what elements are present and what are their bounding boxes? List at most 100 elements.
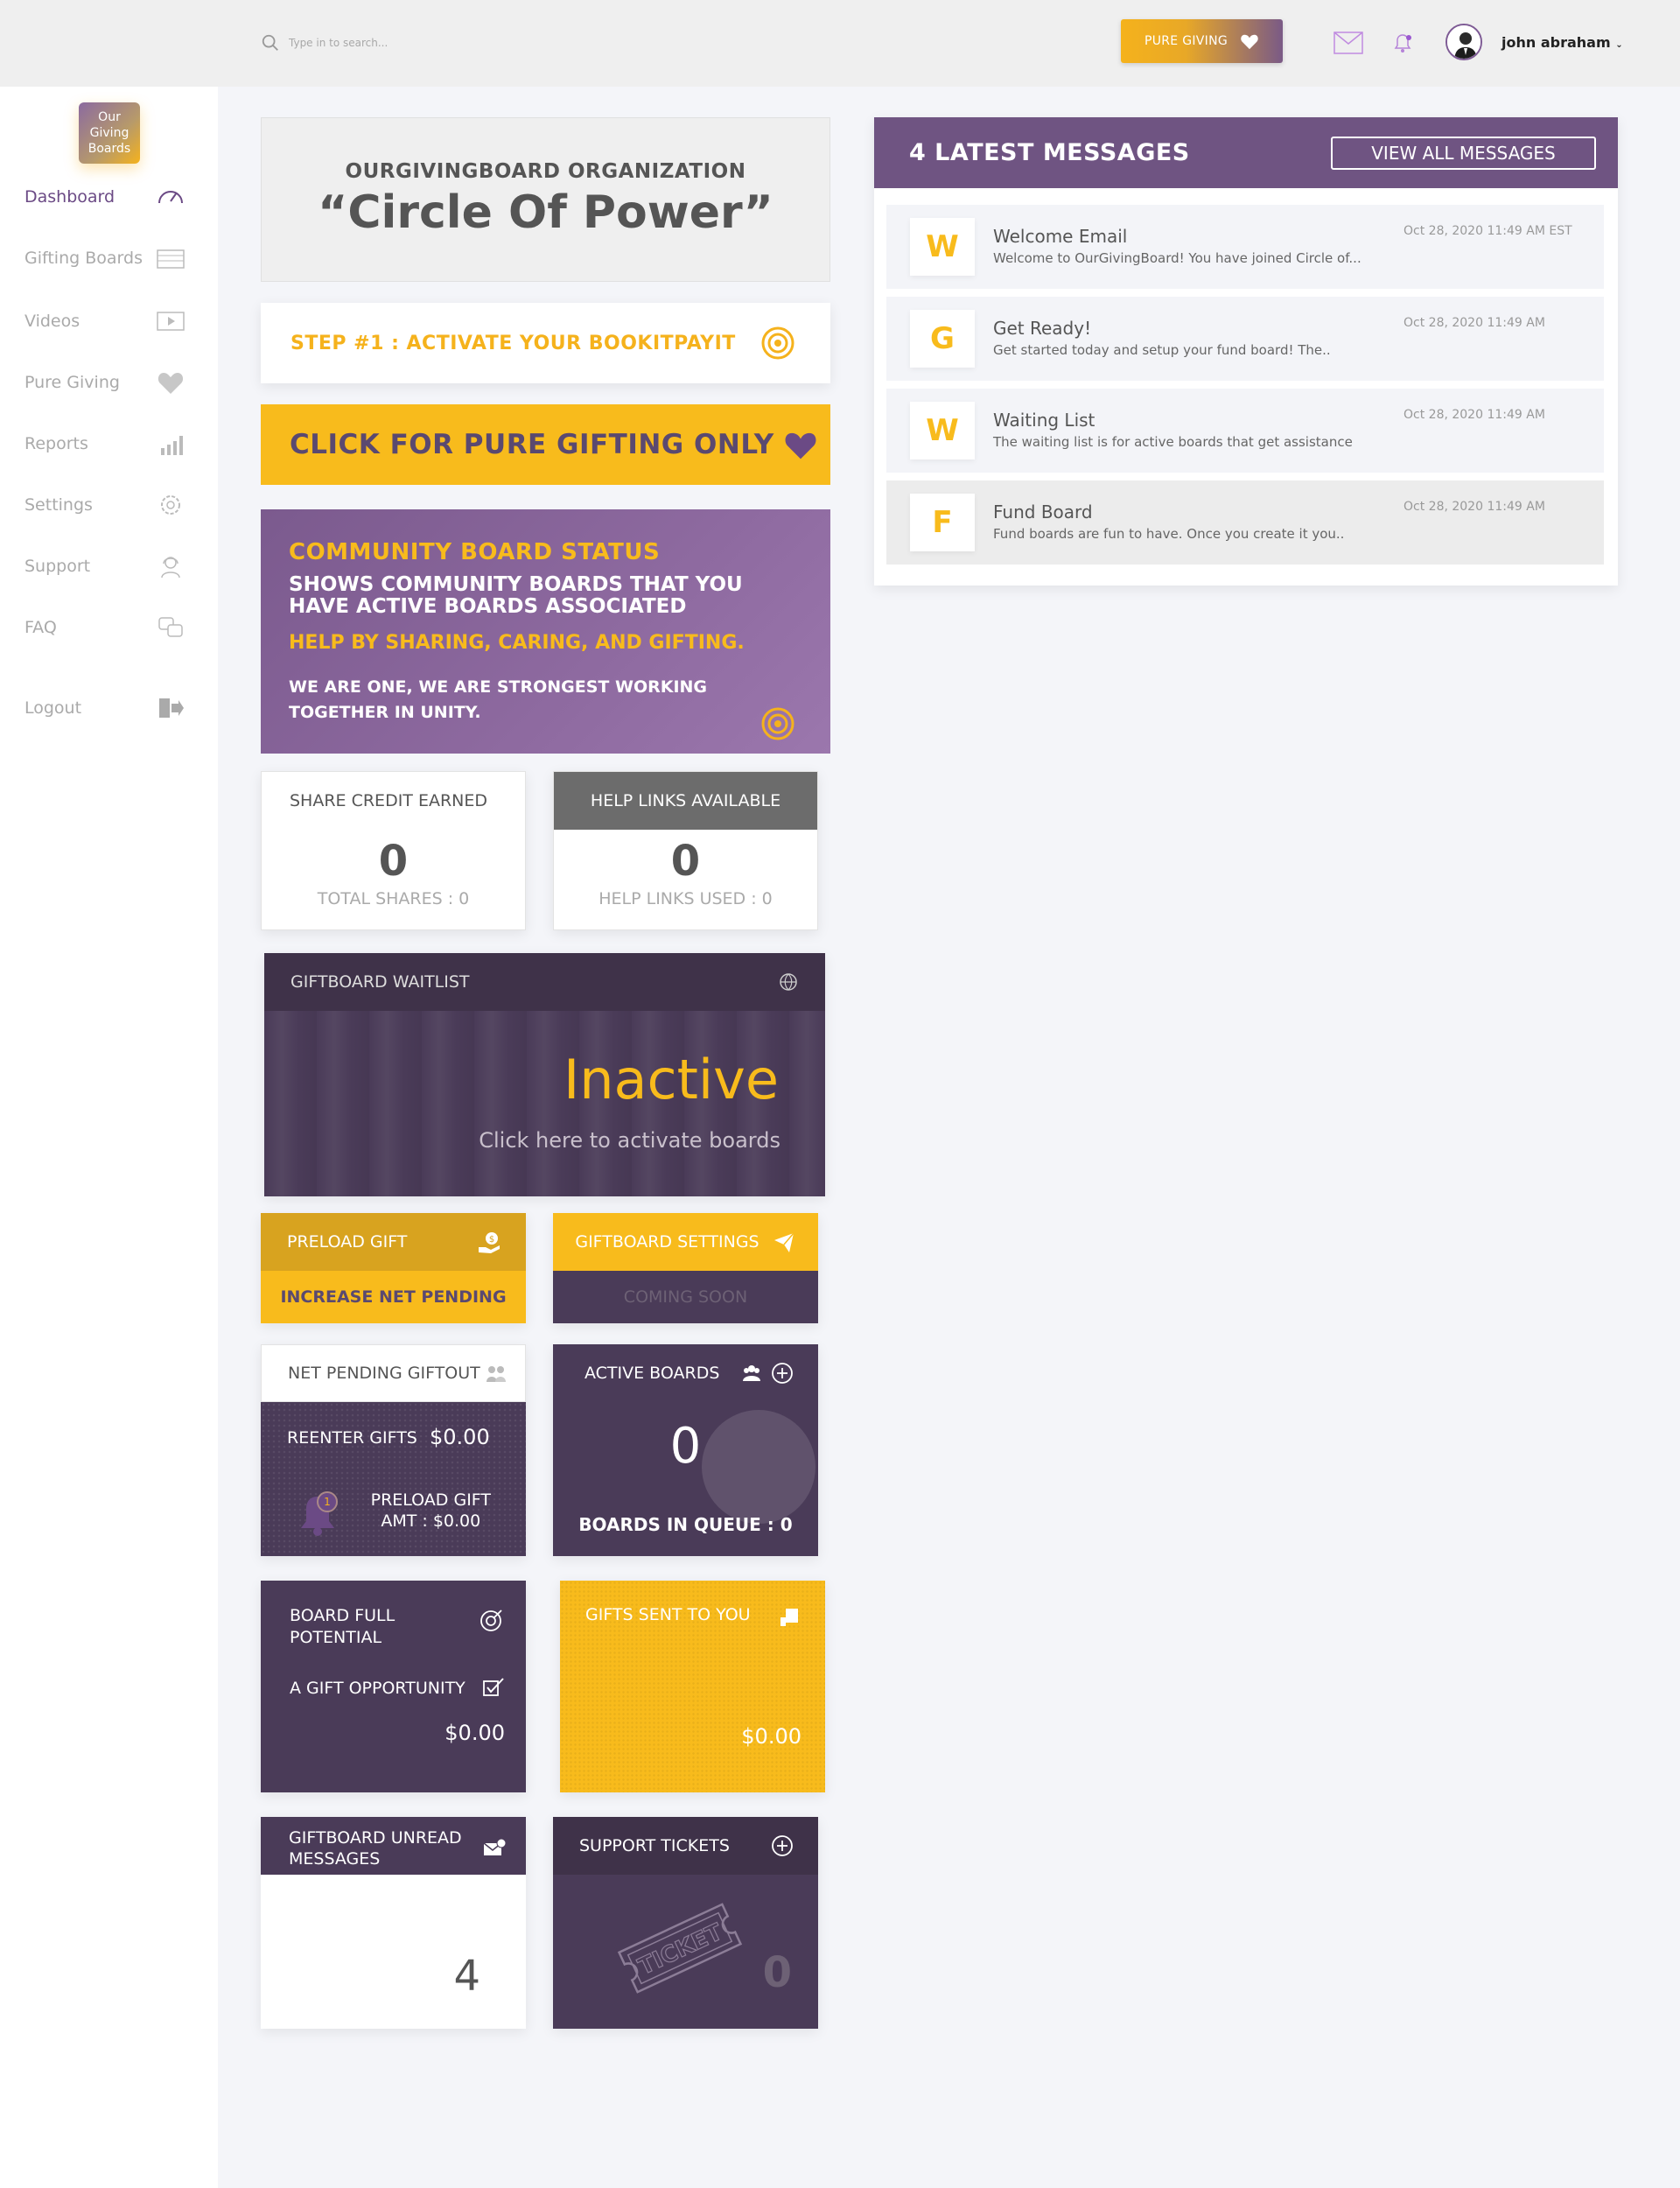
top-bar: PURE GIVING john abraham ⌄ xyxy=(0,0,1680,87)
preload-amount-line-1: PRELOAD GIFT xyxy=(370,1490,491,1510)
bell-icon[interactable] xyxy=(1391,32,1414,54)
logo[interactable]: Our Giving Boards xyxy=(79,102,140,164)
message-item[interactable]: W Welcome Email Welcome to OurGivingBoar… xyxy=(886,205,1604,289)
speedometer-icon xyxy=(158,191,183,204)
pure-giving-button[interactable]: PURE GIVING xyxy=(1121,19,1283,63)
target-icon xyxy=(761,707,794,740)
board-full-potential-card: BOARD FULL POTENTIAL A GIFT OPPORTUNITY … xyxy=(261,1581,526,1792)
share-credit-title: SHARE CREDIT EARNED xyxy=(290,791,487,810)
avatar[interactable] xyxy=(1446,24,1482,60)
logout-icon xyxy=(159,698,184,718)
sidebar-item-pure-giving[interactable]: Pure Giving xyxy=(24,369,186,396)
latest-messages-title: 4 LATEST MESSAGES xyxy=(909,139,1190,166)
activate-boards-link[interactable]: Click here to activate boards xyxy=(479,1128,780,1153)
pure-gifting-button[interactable]: CLICK FOR PURE GIFTING ONLY xyxy=(261,404,830,485)
sidebar-item-gifting-boards[interactable]: Gifting Boards xyxy=(24,245,186,271)
add-ticket-icon[interactable] xyxy=(771,1834,794,1857)
checkbox-icon xyxy=(483,1678,504,1696)
giftboard-settings-card[interactable]: GIFTBOARD SETTINGS COMING SOON xyxy=(553,1213,818,1323)
community-line-1: SHOWS COMMUNITY BOARDS THAT YOU HAVE ACT… xyxy=(289,573,743,618)
sidebar-item-logout[interactable]: Logout xyxy=(24,695,186,721)
sidebar-item-reports[interactable]: Reports xyxy=(24,431,186,457)
support-tickets-card[interactable]: SUPPORT TICKETS TICKET 0 xyxy=(553,1817,818,2029)
heart-icon xyxy=(1241,34,1258,50)
message-date: Oct 28, 2020 11:49 AM xyxy=(1404,500,1545,514)
preload-gift-header: PRELOAD GIFT $ xyxy=(261,1213,526,1271)
net-pending-title: NET PENDING GIFTOUT xyxy=(288,1364,480,1383)
help-links-title: HELP LINKS AVAILABLE xyxy=(554,772,817,830)
net-pending-giftout-card: NET PENDING GIFTOUT REENTER GIFTS $0.00 … xyxy=(261,1344,526,1556)
video-icon xyxy=(157,312,185,331)
active-boards-actions xyxy=(741,1362,794,1385)
active-boards-header: ACTIVE BOARDS xyxy=(553,1344,818,1402)
message-preview: Get started today and setup your fund bo… xyxy=(993,342,1331,358)
board-potential-value: $0.00 xyxy=(444,1721,505,1745)
help-links-value: 0 xyxy=(670,837,701,886)
username[interactable]: john abraham ⌄ xyxy=(1502,34,1623,51)
active-boards-card: ACTIVE BOARDS 0 BOARDS IN QUEUE : 0 xyxy=(553,1344,818,1556)
support-tickets-title: SUPPORT TICKETS xyxy=(579,1836,730,1855)
add-board-icon[interactable] xyxy=(771,1362,794,1385)
svg-text:$: $ xyxy=(489,1235,494,1245)
organization-subtitle: OURGIVINGBOARD ORGANIZATION xyxy=(345,160,746,183)
support-icon xyxy=(161,557,180,579)
community-line-3: WE ARE ONE, WE ARE STRONGEST WORKING TOG… xyxy=(289,677,708,722)
ticket-icon: TICKET xyxy=(617,1903,743,1994)
message-item[interactable]: G Get Ready! Get started today and setup… xyxy=(886,297,1604,381)
message-avatar: G xyxy=(910,310,975,368)
search-input[interactable] xyxy=(289,37,499,49)
unread-messages-card[interactable]: GIFTBOARD UNREAD MESSAGES 4 xyxy=(261,1817,526,2029)
sidebar-item-label: Reports xyxy=(24,434,88,453)
sidebar-item-support[interactable]: Support xyxy=(24,553,186,579)
latest-messages-panel: 4 LATEST MESSAGES VIEW ALL MESSAGES W We… xyxy=(874,117,1618,586)
waitlist-header: GIFTBOARD WAITLIST xyxy=(264,953,825,1011)
organization-title: “Circle Of Power” xyxy=(318,186,774,239)
message-title: Get Ready! xyxy=(993,318,1092,339)
increase-net-pending-button[interactable]: INCREASE NET PENDING xyxy=(261,1271,526,1323)
target-money-icon xyxy=(480,1609,502,1631)
search-box[interactable] xyxy=(261,33,499,53)
gift-opportunity-label: A GIFT OPPORTUNITY xyxy=(290,1679,466,1698)
message-title: Fund Board xyxy=(993,501,1093,522)
sidebar-item-label: Logout xyxy=(24,698,82,718)
unread-messages-title: GIFTBOARD UNREAD MESSAGES xyxy=(289,1828,462,1869)
sidebar-item-label: Videos xyxy=(24,312,80,331)
gifts-sent-card: GIFTS SENT TO YOU $0.00 xyxy=(560,1581,825,1792)
message-date: Oct 28, 2020 11:49 AM xyxy=(1404,316,1545,330)
message-date: Oct 28, 2020 11:49 AM xyxy=(1404,408,1545,422)
preload-gift-card[interactable]: PRELOAD GIFT $ INCREASE NET PENDING xyxy=(261,1213,526,1323)
boards-icon xyxy=(157,249,185,269)
share-credit-card: SHARE CREDIT EARNED 0 TOTAL SHARES : 0 xyxy=(261,771,526,930)
sidebar-item-label: Gifting Boards xyxy=(24,249,143,268)
heart-icon xyxy=(785,432,816,459)
sidebar-item-label: FAQ xyxy=(24,618,57,637)
chart-icon xyxy=(161,436,183,455)
net-pending-header: NET PENDING GIFTOUT xyxy=(261,1344,526,1402)
sidebar-item-dashboard[interactable]: Dashboard xyxy=(24,184,186,210)
message-title: Welcome Email xyxy=(993,226,1128,247)
sidebar-item-faq[interactable]: FAQ xyxy=(24,614,186,641)
boards-in-queue: BOARDS IN QUEUE : 0 xyxy=(578,1514,793,1535)
unread-messages-header: GIFTBOARD UNREAD MESSAGES xyxy=(261,1817,526,1875)
notification-badge: 1 xyxy=(317,1491,338,1512)
message-item[interactable]: F Fund Board Fund boards are fun to have… xyxy=(886,480,1604,565)
globe-icon xyxy=(780,973,797,991)
sidebar-item-label: Pure Giving xyxy=(24,373,120,392)
view-all-messages-button[interactable]: VIEW ALL MESSAGES xyxy=(1331,136,1596,170)
money-hand-icon: $ xyxy=(479,1232,500,1253)
sidebar-item-label: Settings xyxy=(24,495,93,515)
support-tickets-header: SUPPORT TICKETS xyxy=(553,1817,818,1875)
sidebar-item-settings[interactable]: Settings xyxy=(24,492,186,518)
message-avatar: W xyxy=(910,218,975,276)
mail-icon[interactable] xyxy=(1334,32,1363,54)
pure-giving-label: PURE GIVING xyxy=(1144,34,1228,48)
gifts-sent-title: GIFTS SENT TO YOU xyxy=(585,1605,751,1624)
help-links-card: HELP LINKS AVAILABLE 0 HELP LINKS USED :… xyxy=(553,771,818,930)
waitlist-title: GIFTBOARD WAITLIST xyxy=(290,972,470,992)
sidebar-item-videos[interactable]: Videos xyxy=(24,308,186,334)
giftboard-waitlist[interactable]: GIFTBOARD WAITLIST Inactive Click here t… xyxy=(264,953,825,1196)
activate-step-card[interactable]: STEP #1 : ACTIVATE YOUR BOOKITPAYIT xyxy=(261,303,830,383)
faq-icon xyxy=(158,617,183,637)
coming-soon-label: COMING SOON xyxy=(553,1271,818,1323)
message-item[interactable]: W Waiting List The waiting list is for a… xyxy=(886,389,1604,473)
